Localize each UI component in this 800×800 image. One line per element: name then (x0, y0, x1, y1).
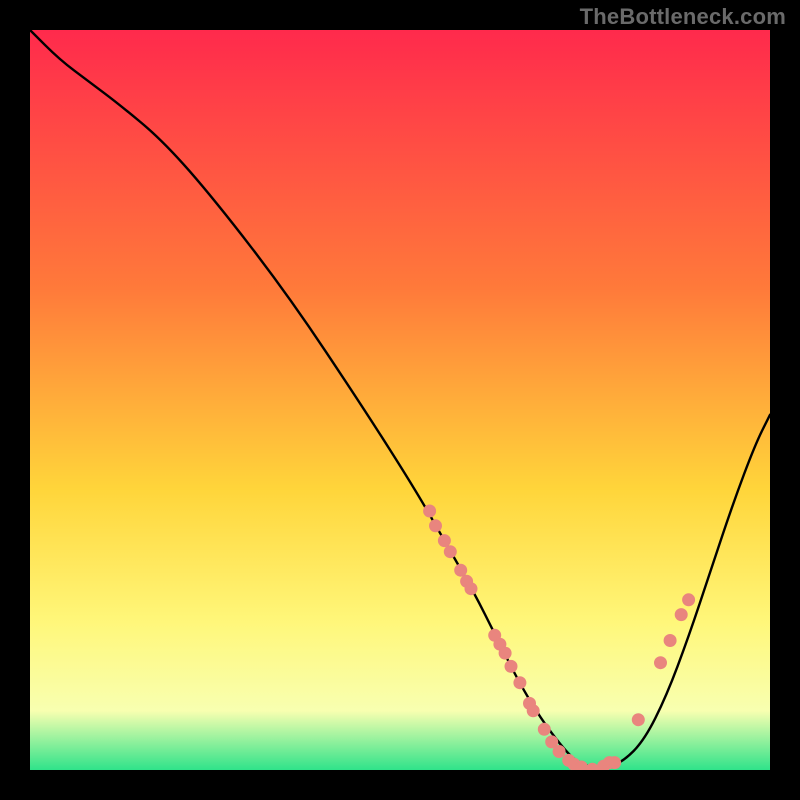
plot-area (30, 30, 770, 770)
highlight-dot (465, 583, 477, 595)
chart-svg (30, 30, 770, 770)
highlight-dot (527, 705, 539, 717)
highlight-dot (514, 677, 526, 689)
highlight-dot (455, 564, 467, 576)
highlight-dot (609, 757, 621, 769)
highlight-dot (632, 714, 644, 726)
highlight-dot (655, 657, 667, 669)
highlight-dot (438, 535, 450, 547)
highlight-dot (553, 746, 565, 758)
highlight-dot (424, 505, 436, 517)
highlight-dot (430, 520, 442, 532)
highlight-dot (444, 546, 456, 558)
highlight-dot (575, 761, 587, 770)
watermark-text: TheBottleneck.com (580, 4, 786, 30)
highlight-dot (683, 594, 695, 606)
chart-container: TheBottleneck.com (0, 0, 800, 800)
highlight-dot (675, 609, 687, 621)
highlight-dot (664, 635, 676, 647)
highlight-dot (499, 647, 511, 659)
highlight-dot (505, 660, 517, 672)
highlight-dot (538, 723, 550, 735)
